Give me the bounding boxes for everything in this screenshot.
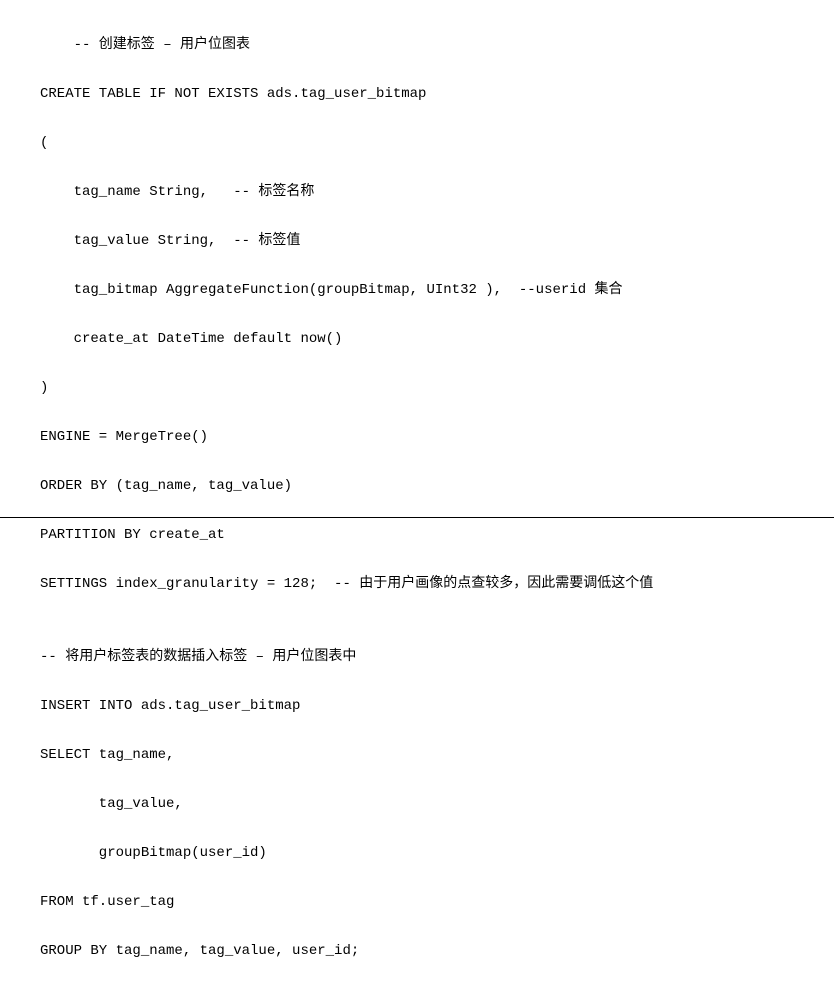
code-line: PARTITION BY create_at	[40, 523, 834, 548]
code-line: tag_value,	[40, 792, 834, 817]
code-line: FROM tf.user_tag	[40, 890, 834, 915]
code-line: -- 将用户标签表的数据插入标签 – 用户位图表中	[40, 645, 834, 670]
code-line: (	[40, 131, 834, 156]
code-line: GROUP BY tag_name, tag_value, user_id;	[40, 939, 834, 964]
code-line: ENGINE = MergeTree()	[40, 425, 834, 450]
code-line: -- 创建标签 – 用户位图表	[40, 33, 834, 58]
code-line: tag_name String, -- 标签名称	[40, 180, 834, 205]
code-line: ORDER BY (tag_name, tag_value)	[40, 474, 834, 499]
code-line: SETTINGS index_granularity = 128; -- 由于用…	[40, 572, 834, 597]
code-line: INSERT INTO ads.tag_user_bitmap	[40, 694, 834, 719]
code-line: CREATE TABLE IF NOT EXISTS ads.tag_user_…	[40, 82, 834, 107]
code-line: SELECT tag_name,	[40, 743, 834, 768]
code-line: tag_value String, -- 标签值	[40, 229, 834, 254]
sql-code-block: -- 创建标签 – 用户位图表 CREATE TABLE IF NOT EXIS…	[40, 8, 834, 988]
code-line: tag_bitmap AggregateFunction(groupBitmap…	[40, 278, 834, 303]
code-line: groupBitmap(user_id)	[40, 841, 834, 866]
code-line: )	[40, 376, 834, 401]
code-line: create_at DateTime default now()	[40, 327, 834, 352]
